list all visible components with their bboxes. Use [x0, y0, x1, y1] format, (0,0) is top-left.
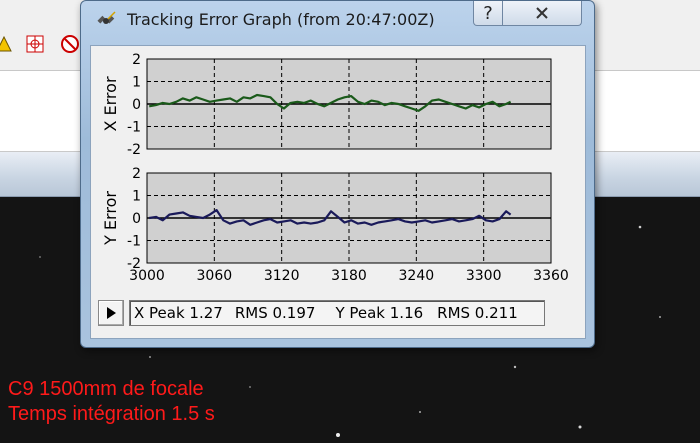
x-ytick-label: -2	[127, 142, 141, 158]
x-axis-label: X Error	[101, 76, 120, 131]
xtick-label: 3240	[399, 268, 435, 284]
y-rms-value: RMS 0.211	[437, 304, 518, 322]
x-ytick-label: 2	[132, 52, 141, 68]
statistics-readout: X Peak 1.27 RMS 0.197 Y Peak 1.16 RMS 0.…	[129, 300, 545, 326]
y-peak-value: Y Peak 1.16	[335, 304, 424, 322]
xtick-label: 3000	[129, 268, 165, 284]
satellite-icon	[95, 9, 119, 37]
x-rms-value: RMS 0.197	[234, 304, 316, 322]
caption-integration-time: Temps intégration 1.5 s	[8, 403, 215, 425]
y-ytick-label: -1	[127, 234, 141, 250]
caption-focal-length: C9 1500mm de focale	[8, 378, 204, 400]
xtick-label: 3120	[264, 268, 300, 284]
y-ytick-label: 1	[132, 189, 141, 205]
x-ytick-label: 0	[132, 97, 141, 113]
stop-icon[interactable]	[60, 34, 80, 54]
help-icon: ?	[483, 2, 493, 24]
tracking-error-charts: 210-1-2X Error210-1-2Y Error3000 3060 3120…	[101, 52, 569, 284]
xtick-label: 3180	[331, 268, 367, 284]
x-ytick-label: -1	[127, 120, 141, 136]
x-ytick-label: 1	[132, 75, 141, 91]
y-ytick-label: 0	[132, 211, 141, 227]
play-button[interactable]	[98, 300, 124, 326]
play-icon	[107, 307, 116, 319]
close-button[interactable]	[502, 1, 582, 26]
warning-icon[interactable]	[0, 34, 14, 54]
crosshair-icon[interactable]	[25, 34, 45, 54]
y-ytick-label: 2	[132, 166, 141, 182]
xtick-label: 3360	[533, 268, 569, 284]
close-icon	[536, 7, 548, 19]
y-axis-label: Y Error	[101, 191, 120, 246]
x-peak-value: X Peak 1.27	[134, 304, 223, 322]
status-bar: X Peak 1.27 RMS 0.197 Y Peak 1.16 RMS 0.…	[98, 298, 576, 328]
xtick-label: 3060	[197, 268, 233, 284]
graph-client-area: 2 1 0 -1 -2 X Error 2 1 0 -1 -2 Y Error 3000 3060 3120…	[90, 45, 586, 339]
help-button[interactable]: ?	[473, 1, 503, 26]
tracking-error-graph-window[interactable]: Tracking Error Graph (from 20:47:00Z) ? …	[80, 0, 595, 348]
window-title: Tracking Error Graph (from 20:47:00Z)	[127, 10, 435, 29]
xtick-label: 3300	[466, 268, 502, 284]
